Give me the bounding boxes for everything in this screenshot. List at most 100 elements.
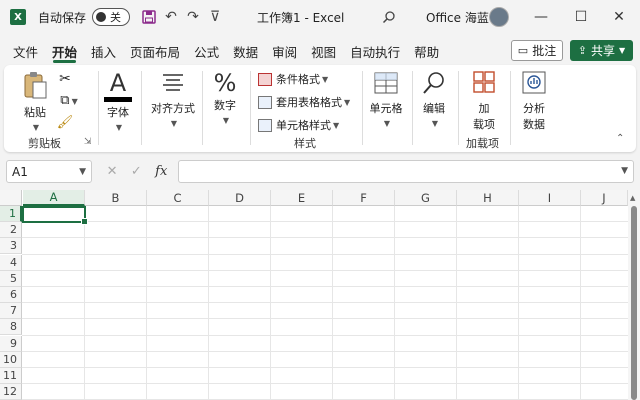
grid-line (22, 367, 628, 368)
row-header-8[interactable]: 8 (0, 319, 22, 336)
formula-input[interactable]: ▼ (178, 160, 634, 183)
row-header-3[interactable]: 3 (0, 238, 22, 255)
row-header-6[interactable]: 6 (0, 287, 22, 303)
row-header-5[interactable]: 5 (0, 270, 22, 287)
undo-icon[interactable]: ↶ (160, 6, 182, 28)
conditional-formatting-button[interactable]: 条件格式 ▼ (258, 71, 328, 87)
autosave-toggle[interactable]: 关 (92, 8, 131, 26)
enter-icon[interactable]: ✓ (131, 164, 142, 179)
collapse-ribbon-icon[interactable]: ⌃ (616, 133, 624, 144)
row-header-12[interactable]: 12 (0, 384, 22, 400)
row-header-1[interactable]: 1 (0, 206, 22, 222)
divider (141, 71, 142, 145)
analyze-data-button[interactable]: 分析 数据 (516, 69, 552, 132)
vertical-scrollbar[interactable]: ▲ (628, 190, 640, 400)
column-header-f[interactable]: F (333, 190, 395, 206)
chevron-down-icon: ▼ (383, 119, 391, 128)
editing-label: 编辑 (423, 102, 445, 115)
cells-label: 单元格 (369, 102, 403, 115)
comment-label: 批注 (532, 44, 557, 58)
column-header-g[interactable]: G (395, 190, 457, 206)
cell-styles-button[interactable]: 单元格样式 ▼ (258, 117, 339, 133)
tab-data[interactable]: 数据 (226, 38, 265, 64)
editing-button[interactable]: 编辑 ▼ (416, 69, 452, 129)
row-header-7[interactable]: 7 (0, 303, 22, 320)
minimize-button[interactable]: — (530, 6, 552, 28)
tab-page-layout[interactable]: 页面布局 (123, 38, 187, 64)
customize-toolbar-icon[interactable]: ⊽ (204, 6, 226, 28)
paste-button[interactable]: 粘贴 ▼ (18, 71, 52, 133)
spreadsheet-grid[interactable]: A B C D E F G H I J 1 2 3 4 5 6 7 8 9 10 11 12 ▲ (0, 190, 640, 400)
column-header-i[interactable]: I (519, 190, 581, 206)
number-format-button[interactable]: % 数字 ▼ (208, 69, 242, 126)
chevron-down-icon: ▼ (431, 119, 439, 128)
chevron-down-icon: ▼ (322, 74, 329, 84)
grid-line (22, 302, 628, 304)
share-label: 共享 (591, 44, 616, 58)
search-icon[interactable] (378, 6, 400, 28)
tab-file[interactable]: 文件 (6, 38, 45, 64)
styles-group-label: 样式 (294, 137, 316, 150)
column-header-j[interactable]: J (581, 190, 628, 206)
save-icon[interactable] (138, 6, 160, 28)
row-header-4[interactable]: 4 (0, 254, 22, 271)
name-box[interactable]: A1 ▼ (6, 160, 92, 183)
font-label: 字体 (107, 106, 129, 119)
excel-logo-icon: X (10, 9, 26, 25)
cut-icon[interactable]: ✂ (56, 71, 74, 87)
scroll-up-icon[interactable]: ▲ (630, 194, 635, 202)
autosave-label: 自动保存 (38, 10, 87, 25)
addins-icon (473, 71, 495, 93)
select-all-corner[interactable] (0, 190, 22, 206)
share-icon: ⇪ (577, 44, 588, 57)
format-as-table-button[interactable]: 套用表格格式 ▼ (258, 94, 350, 110)
row-header-9[interactable]: 9 (0, 335, 22, 352)
clipboard-group-label: 剪贴板 (28, 137, 61, 150)
autosave-state: 关 (110, 11, 122, 24)
chevron-down-icon: ▼ (619, 46, 626, 55)
column-header-h[interactable]: H (457, 190, 519, 206)
comment-button[interactable]: ▭ 批注 (511, 40, 563, 61)
tab-home[interactable]: 开始 (45, 38, 84, 64)
row-header-11[interactable]: 11 (0, 368, 22, 384)
format-painter-icon[interactable]: 🖌 (56, 115, 74, 130)
redo-icon[interactable]: ↷ (182, 6, 204, 28)
row-header-10[interactable]: 10 (0, 351, 22, 368)
divider (458, 71, 459, 145)
user-name[interactable]: Office 海蓝 (426, 9, 489, 26)
column-header-b[interactable]: B (85, 190, 147, 206)
tab-review[interactable]: 审阅 (265, 38, 304, 64)
insert-function-icon[interactable]: fx (155, 164, 167, 179)
tab-help[interactable]: 帮助 (407, 38, 446, 64)
chevron-down-icon: ▼ (344, 97, 351, 107)
tab-automate[interactable]: 自动执行 (343, 38, 407, 64)
search-icon (423, 72, 444, 94)
column-header-c[interactable]: C (147, 190, 209, 206)
name-box-value: A1 (12, 164, 28, 179)
cancel-icon[interactable]: ✕ (107, 164, 118, 179)
grid-line (22, 334, 628, 336)
dialog-launcher-icon[interactable]: ⇲ (84, 137, 92, 147)
row-header-2[interactable]: 2 (0, 222, 22, 239)
grid-line (22, 221, 628, 223)
column-header-a[interactable]: A (23, 190, 85, 206)
share-button[interactable]: ⇪ 共享 ▼ (570, 40, 633, 61)
divider (250, 71, 251, 145)
tab-insert[interactable]: 插入 (84, 38, 123, 64)
scroll-thumb[interactable] (631, 206, 637, 400)
avatar[interactable] (489, 7, 509, 27)
close-button[interactable]: ✕ (608, 6, 630, 28)
column-header-d[interactable]: D (209, 190, 271, 206)
analyze-data-label-line2: 数据 (523, 118, 545, 131)
tab-view[interactable]: 视图 (304, 38, 343, 64)
copy-icon[interactable]: ⧉ ▼ (56, 93, 82, 108)
chevron-down-icon: ▼ (79, 166, 86, 177)
column-header-e[interactable]: E (271, 190, 333, 206)
maximize-button[interactable]: ☐ (570, 6, 592, 28)
alignment-button[interactable]: 对齐方式 ▼ (146, 69, 200, 129)
cells-button[interactable]: 单元格 ▼ (366, 69, 406, 129)
tab-formulas[interactable]: 公式 (187, 38, 226, 64)
active-cell[interactable] (22, 206, 88, 225)
addins-button[interactable]: 加 载项 (466, 69, 502, 132)
font-button[interactable]: A 字体 ▼ (103, 69, 133, 133)
